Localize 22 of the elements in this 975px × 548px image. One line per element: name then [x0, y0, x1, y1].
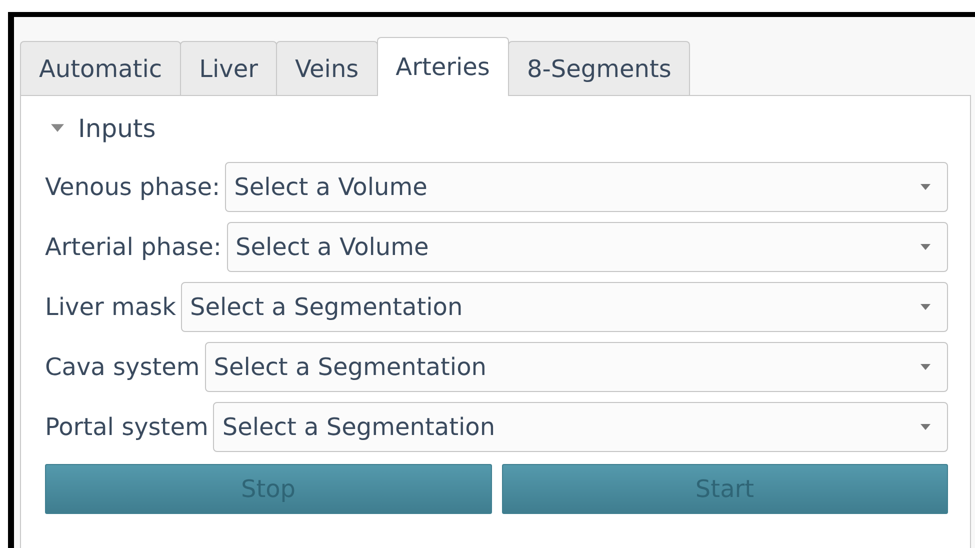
field-label: Venous phase:: [45, 173, 220, 201]
dropdown[interactable]: Select a Segmentation: [213, 402, 948, 452]
dropdown[interactable]: Select a Volume: [226, 222, 948, 272]
caret-icon: [920, 244, 931, 250]
field-label: Cava system: [45, 353, 200, 381]
tab[interactable]: Arteries: [376, 37, 509, 96]
dropdown[interactable]: Select a Segmentation: [181, 282, 948, 332]
caret-icon: [920, 364, 931, 370]
collapse-icon[interactable]: [51, 124, 64, 132]
field-label: Portal system: [45, 413, 208, 441]
caret-icon: [920, 424, 931, 430]
tab[interactable]: 8-Segments: [508, 41, 690, 95]
tab[interactable]: Liver: [180, 41, 277, 95]
section-title[interactable]: Inputs: [78, 114, 156, 142]
dropdown[interactable]: Select a Segmentation: [204, 342, 948, 392]
caret-icon: [920, 184, 931, 190]
tab[interactable]: Automatic: [20, 41, 182, 95]
dropdown[interactable]: Select a Volume: [225, 162, 948, 212]
tab[interactable]: Veins: [276, 41, 378, 95]
caret-icon: [920, 304, 931, 310]
field-label: Arterial phase:: [45, 233, 222, 261]
field-label: Liver mask: [45, 293, 176, 321]
